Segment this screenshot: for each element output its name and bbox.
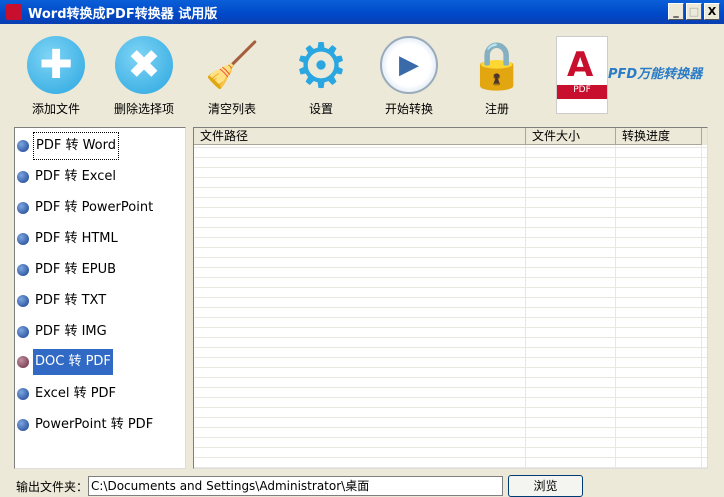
maximize-button[interactable]: □ (686, 3, 702, 20)
column-header-progress[interactable]: 转换进度 (616, 128, 702, 145)
list-header: 文件路径 文件大小 转换进度 (194, 128, 707, 145)
title-bar: Word转换成PDF转换器 试用版 _ □ X (0, 0, 724, 24)
tool-label: 添加文件 (31, 102, 80, 116)
column-header-size[interactable]: 文件大小 (526, 128, 616, 145)
brand-text: PFD万能转换器 (608, 67, 703, 82)
column-header-path[interactable]: 文件路径 (194, 128, 526, 145)
add-file-button[interactable]: ✚ 添加文件 (16, 36, 96, 117)
play-icon: ▶ (380, 36, 438, 94)
tool-label: 开始转换 (384, 102, 433, 116)
mode-item[interactable]: PDF 转 HTML (17, 225, 120, 253)
bullet-icon (17, 356, 29, 368)
output-folder-input[interactable]: C:\Documents and Settings\Administrator\… (88, 476, 503, 496)
tool-label: 注册 (484, 102, 509, 116)
bullet-icon (17, 388, 29, 400)
broom-icon: 🧹 (204, 40, 260, 91)
browse-button[interactable]: 浏览 (508, 475, 583, 497)
close-button[interactable]: X (704, 3, 720, 20)
bullet-icon (17, 419, 29, 431)
tool-label: 删除选择项 (113, 102, 174, 116)
mode-item[interactable]: PDF 转 Excel (17, 163, 118, 191)
register-button[interactable]: 🔒 注册 (457, 36, 537, 117)
mode-item[interactable]: Excel 转 PDF (17, 380, 118, 408)
mode-item[interactable]: PDF 转 TXT (17, 287, 108, 315)
lock-icon: 🔒 (468, 37, 526, 92)
start-convert-button[interactable]: ▶ 开始转换 (369, 36, 449, 117)
bullet-icon (17, 233, 29, 245)
mode-item[interactable]: PDF 转 Word (17, 132, 120, 160)
plus-icon: ✚ (27, 36, 85, 94)
window-title: Word转换成PDF转换器 试用版 (28, 6, 218, 22)
bullet-icon (17, 326, 29, 338)
tool-label: 设置 (308, 102, 333, 116)
tool-label: 清空列表 (207, 102, 256, 116)
delete-selected-button[interactable]: ✖ 删除选择项 (104, 36, 184, 117)
mode-item[interactable]: PDF 转 PowerPoint (17, 194, 155, 222)
bullet-icon (17, 202, 29, 214)
minimize-button[interactable]: _ (668, 3, 684, 20)
bullet-icon (17, 140, 29, 152)
app-icon (6, 4, 22, 20)
delete-icon: ✖ (115, 36, 173, 94)
mode-item-selected[interactable]: DOC 转 PDF (17, 348, 113, 376)
clear-list-button[interactable]: 🧹 清空列表 (192, 36, 272, 117)
settings-button[interactable]: ⚙ 设置 (281, 28, 361, 117)
file-list[interactable]: 文件路径 文件大小 转换进度 (193, 127, 708, 469)
conversion-mode-list[interactable]: PDF 转 Word PDF 转 Excel PDF 转 PowerPoint … (14, 127, 186, 469)
column-divider (701, 145, 702, 468)
column-divider (615, 145, 616, 468)
pdf-logo: A PDF (556, 36, 608, 114)
mode-item[interactable]: PowerPoint 转 PDF (17, 411, 155, 439)
column-divider (525, 145, 526, 468)
bullet-icon (17, 264, 29, 276)
bullet-icon (17, 171, 29, 183)
bullet-icon (17, 295, 29, 307)
mode-item[interactable]: PDF 转 EPUB (17, 256, 118, 284)
mode-item[interactable]: PDF 转 IMG (17, 318, 109, 346)
gear-icon: ⚙ (293, 28, 349, 102)
